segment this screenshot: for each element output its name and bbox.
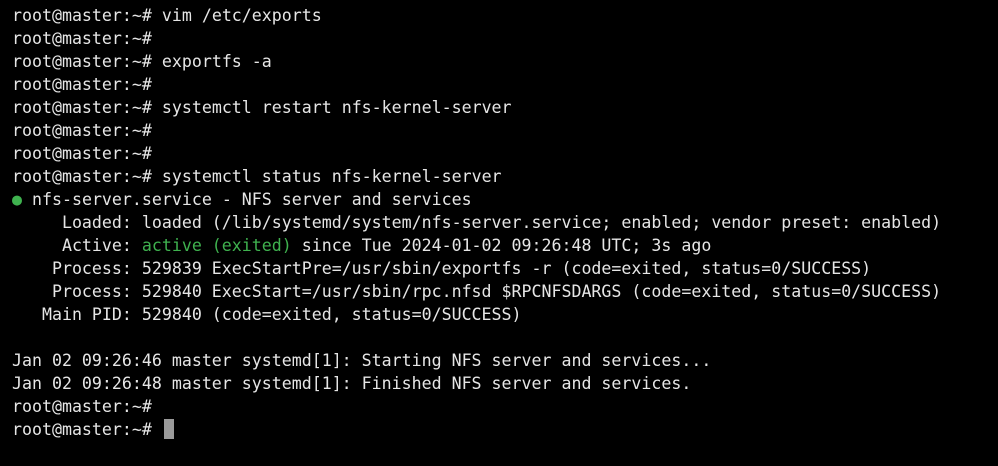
command-text: systemctl status nfs-kernel-server: [161, 167, 502, 186]
command-text: systemctl restart nfs-kernel-server: [161, 98, 512, 117]
output-text: Process: 529840 ExecStart=/usr/sbin/rpc.…: [12, 282, 942, 301]
output-line: Process: 529840 ExecStart=/usr/sbin/rpc.…: [0, 280, 998, 303]
prompt: root@master:~#: [12, 98, 152, 117]
prompt: root@master:~#: [12, 52, 152, 71]
status-dot-icon: ●: [12, 190, 22, 209]
prompt-separator: [152, 52, 162, 71]
active-status-line: Active: active (exited) since Tue 2024-0…: [0, 234, 998, 257]
prompt-separator: [152, 6, 162, 25]
command-line: root@master:~# exportfs -a: [0, 50, 998, 73]
prompt-separator: [152, 98, 162, 117]
output-line: Loaded: loaded (/lib/systemd/system/nfs-…: [0, 211, 998, 234]
command-line: root@master:~# systemctl restart nfs-ker…: [0, 96, 998, 119]
active-status-value: active (exited): [141, 236, 292, 255]
active-since-text: since Tue 2024-01-02 09:26:48 UTC; 3s ag…: [291, 236, 712, 255]
output-line: Jan 02 09:26:48 master systemd[1]: Finis…: [0, 372, 998, 395]
output-line: Jan 02 09:26:46 master systemd[1]: Start…: [0, 349, 998, 372]
output-text: Process: 529839 ExecStartPre=/usr/sbin/e…: [12, 259, 872, 278]
prompt: root@master:~#: [12, 29, 152, 48]
active-label: Active:: [12, 236, 142, 255]
service-title: nfs-server.service - NFS server and serv…: [32, 190, 472, 209]
output-line: Process: 529839 ExecStartPre=/usr/sbin/e…: [0, 257, 998, 280]
command-line: root@master:~# vim /etc/exports: [0, 4, 998, 27]
active-prompt-line: root@master:~#: [0, 418, 998, 441]
prompt-separator: [152, 144, 162, 163]
prompt-separator: [152, 121, 162, 140]
output-text: Jan 02 09:26:48 master systemd[1]: Finis…: [12, 374, 692, 393]
command-line: root@master:~#: [0, 27, 998, 50]
service-header-line: ● nfs-server.service - NFS server and se…: [0, 188, 998, 211]
command-text: exportfs -a: [161, 52, 272, 71]
command-text: vim /etc/exports: [161, 6, 322, 25]
prompt-separator: [152, 29, 162, 48]
prompt: root@master:~#: [12, 397, 152, 416]
command-line: root@master:~#: [0, 73, 998, 96]
prompt: root@master:~#: [12, 144, 152, 163]
prompt-separator: [152, 397, 162, 416]
prompt: root@master:~#: [12, 6, 152, 25]
prompt: root@master:~#: [12, 121, 152, 140]
prompt-separator: [152, 75, 162, 94]
prompt: root@master:~#: [12, 75, 152, 94]
prompt: root@master:~#: [12, 420, 152, 439]
output-text: Loaded: loaded (/lib/systemd/system/nfs-…: [12, 213, 942, 232]
command-line: root@master:~# systemctl status nfs-kern…: [0, 165, 998, 188]
text-cursor[interactable]: [163, 419, 174, 439]
command-line: root@master:~#: [0, 395, 998, 418]
output-text: Main PID: 529840 (code=exited, status=0/…: [12, 305, 522, 324]
output-text: Jan 02 09:26:46 master systemd[1]: Start…: [12, 351, 712, 370]
terminal-window[interactable]: root@master:~# vim /etc/exports root@mast…: [0, 0, 998, 466]
command-line: root@master:~#: [0, 142, 998, 165]
prompt-separator: [152, 167, 162, 186]
prompt: root@master:~#: [12, 167, 152, 186]
output-line: Main PID: 529840 (code=exited, status=0/…: [0, 303, 998, 326]
prompt-separator: [152, 420, 162, 439]
command-line: root@master:~#: [0, 119, 998, 142]
